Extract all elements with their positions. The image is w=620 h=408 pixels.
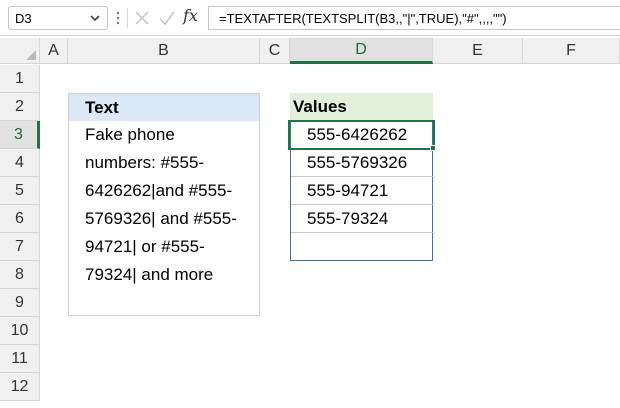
fill-handle[interactable] bbox=[430, 145, 436, 151]
name-box-value: D3 bbox=[15, 11, 32, 26]
active-cell-border bbox=[288, 120, 435, 150]
value-cell-d7[interactable] bbox=[291, 233, 433, 261]
insert-function-icon[interactable]: fx bbox=[183, 6, 198, 25]
chevron-down-icon[interactable] bbox=[88, 10, 102, 26]
cancel-icon[interactable] bbox=[134, 10, 150, 26]
row-header-12[interactable]: 12 bbox=[0, 373, 40, 401]
column-header-b[interactable]: B bbox=[68, 38, 260, 64]
column-header-a[interactable]: A bbox=[40, 38, 68, 64]
column-header-d[interactable]: D bbox=[290, 38, 433, 64]
row-header-10[interactable]: 10 bbox=[0, 317, 40, 345]
row-header-4[interactable]: 4 bbox=[0, 149, 40, 177]
row-header-9[interactable]: 9 bbox=[0, 289, 40, 317]
formula-bar: D3 fx =TEXTAFTER(TEXTSPLIT(B3,,"|",TRUE)… bbox=[0, 0, 620, 36]
row-header-3[interactable]: 3 bbox=[0, 121, 40, 149]
more-options-icon[interactable] bbox=[115, 10, 121, 26]
check-icon[interactable] bbox=[158, 10, 176, 26]
text-line: 79324| and more bbox=[85, 265, 214, 284]
row-header-6[interactable]: 6 bbox=[0, 205, 40, 233]
formula-bar-separator bbox=[127, 8, 128, 28]
formula-text: =TEXTAFTER(TEXTSPLIT(B3,,"|",TRUE),"#",,… bbox=[219, 11, 507, 26]
row-header-2[interactable]: 2 bbox=[0, 93, 40, 121]
select-all-corner[interactable] bbox=[0, 38, 40, 64]
text-line: 94721| or #555- bbox=[85, 237, 205, 256]
text-line: 5769326| and #555- bbox=[85, 209, 237, 228]
text-cell-b3[interactable]: Fake phone numbers: #555- 6426262|and #5… bbox=[68, 121, 260, 316]
text-line: numbers: #555- bbox=[85, 153, 205, 172]
text-line: Fake phone bbox=[85, 125, 175, 144]
row-header-8[interactable]: 8 bbox=[0, 261, 40, 289]
row-header-1[interactable]: 1 bbox=[0, 65, 40, 93]
value-cell-d6[interactable]: 555-79324 bbox=[291, 205, 433, 233]
row-header-11[interactable]: 11 bbox=[0, 345, 40, 373]
select-all-triangle-icon bbox=[26, 50, 36, 60]
value-cell-d4[interactable]: 555-5769326 bbox=[291, 149, 433, 177]
text-header-cell[interactable]: Text bbox=[68, 93, 260, 121]
column-header-f[interactable]: F bbox=[523, 38, 620, 64]
formula-input[interactable]: =TEXTAFTER(TEXTSPLIT(B3,,"|",TRUE),"#",,… bbox=[208, 6, 620, 30]
column-header-e[interactable]: E bbox=[433, 38, 523, 64]
values-header-cell[interactable]: Values bbox=[290, 93, 433, 121]
value-cell-d5[interactable]: 555-94721 bbox=[291, 177, 433, 205]
column-header-c[interactable]: C bbox=[260, 38, 290, 64]
text-line: 6426262|and #555- bbox=[85, 181, 233, 200]
name-box[interactable]: D3 bbox=[8, 6, 108, 30]
row-header-7[interactable]: 7 bbox=[0, 233, 40, 261]
row-header-5[interactable]: 5 bbox=[0, 177, 40, 205]
